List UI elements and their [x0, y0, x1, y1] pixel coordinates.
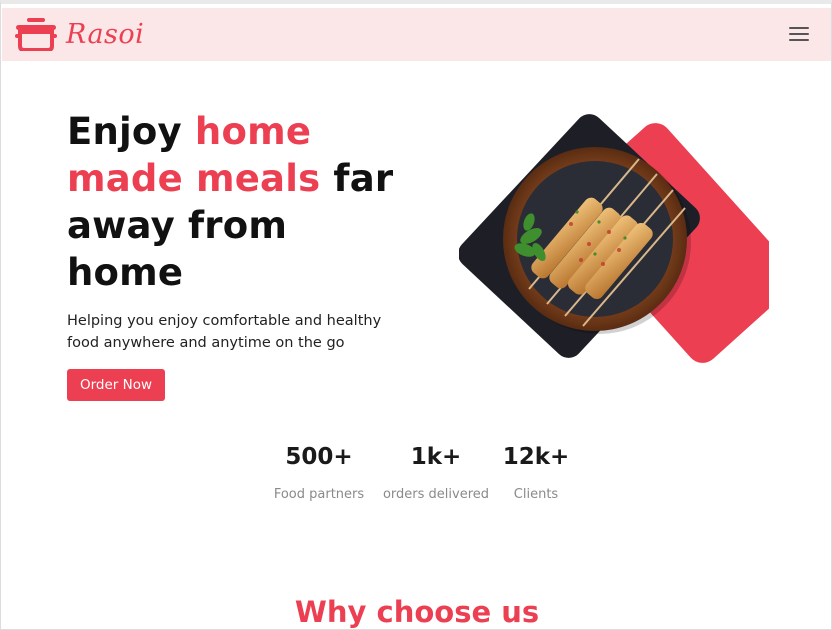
stat-value: 500+: [285, 444, 353, 470]
order-now-button[interactable]: Order Now: [67, 369, 165, 401]
stat-value: 1k+: [410, 444, 462, 470]
stat-label: Food partners: [273, 487, 365, 502]
hero-subtitle: Helping you enjoy comfortable and health…: [67, 313, 382, 351]
stat-orders-delivered: 1k+ orders delivered: [379, 440, 493, 502]
stat-clients: 12k+ Clients: [499, 440, 573, 502]
menu-line: [789, 27, 809, 29]
brand-name: Rasoi: [66, 18, 145, 50]
hero-food-image: [458, 104, 796, 374]
cooking-pot-icon: [15, 17, 57, 51]
navbar: Rasoi: [2, 8, 831, 61]
stat-label: Clients: [513, 487, 559, 502]
stat-food-partners: 500+ Food partners: [263, 440, 375, 502]
brand-logo[interactable]: Rasoi: [15, 17, 144, 51]
hero-title-part1: Enjoy: [67, 110, 195, 153]
hamburger-menu-icon[interactable]: [789, 27, 809, 43]
page-frame: Rasoi Enjoy home made meals far away fro…: [0, 0, 832, 630]
menu-line: [789, 39, 809, 41]
why-choose-us-heading: Why choose us: [294, 595, 540, 629]
menu-line: [789, 33, 809, 35]
stat-label: orders delivered: [382, 487, 490, 502]
stat-value: 12k+: [502, 444, 570, 470]
hero-title: Enjoy home made meals far away from home: [67, 108, 407, 296]
stats-section: 500+ Food partners 1k+ orders delivered …: [263, 440, 573, 510]
